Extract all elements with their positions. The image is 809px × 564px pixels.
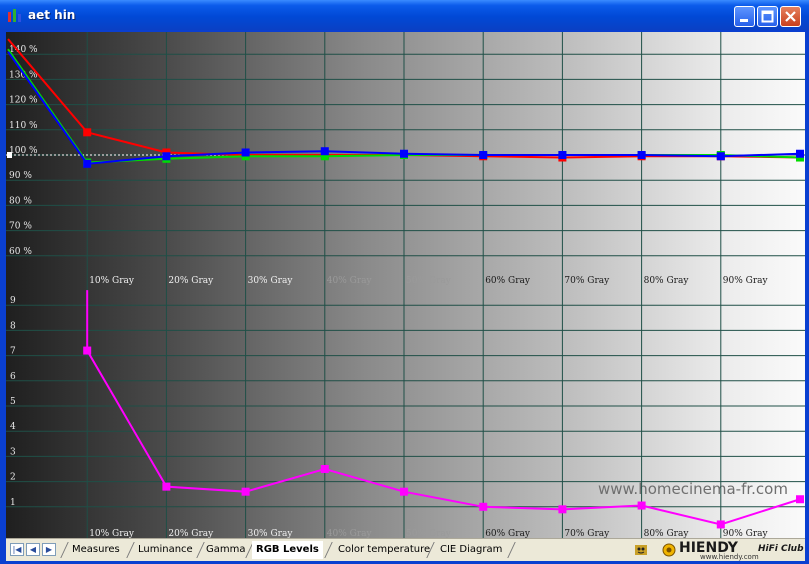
x-tick-label: 60% Gray [485, 276, 531, 286]
data-point-delta-e [796, 495, 804, 504]
x-tick-label: 70% Gray [564, 529, 610, 538]
y-tick-label: 60 % [9, 247, 32, 257]
x-tick-label: 10% Gray [89, 529, 135, 538]
hiendy-logo-icon [662, 543, 676, 557]
bar-chart-icon [8, 9, 21, 22]
y-tick-label: 2 [10, 473, 16, 483]
x-tick-label: 60% Gray [485, 529, 531, 538]
y-tick-label: 5 [10, 397, 16, 407]
tab-divider [507, 542, 516, 558]
x-tick-label: 20% Gray [168, 276, 214, 286]
x-tick-label: 40% Gray [327, 529, 373, 538]
close-button[interactable] [780, 6, 801, 27]
prev-icon: ◀ [29, 545, 37, 554]
close-icon [785, 11, 796, 22]
first-icon: |◀ [12, 545, 22, 554]
y-tick-label: 1 [10, 498, 16, 508]
data-point-delta-e [241, 487, 250, 496]
data-point-delta-e [162, 482, 171, 491]
data-point-blue [162, 152, 171, 161]
data-point-delta-e [558, 505, 567, 514]
tab-divider [324, 542, 333, 558]
first-tab-button[interactable]: |◀ [10, 543, 24, 556]
y-tick-label: 9 [10, 296, 16, 306]
window-title: aet hin [28, 8, 76, 22]
y-tick-label: 110 % [9, 121, 38, 131]
x-tick-label: 40% Gray [327, 276, 373, 286]
reference-marker [7, 152, 12, 158]
tab-luminance[interactable]: Luminance [134, 541, 197, 559]
brand-subtitle: HiFi Club [758, 544, 804, 554]
x-tick-label: 90% Gray [723, 276, 769, 286]
minimize-button[interactable] [734, 6, 755, 27]
data-point-blue [83, 159, 92, 168]
data-point-blue [400, 149, 408, 158]
y-tick-label: 90 % [9, 171, 32, 181]
minimize-icon [740, 19, 748, 22]
tab-cie-diagram[interactable]: CIE Diagram [436, 541, 506, 559]
brand-url: www.hiendy.com [700, 553, 759, 561]
chart-area: www.homecinema-fr.com 60 % 70 % 80 % 90 % 100… [6, 32, 805, 538]
prev-tab-button[interactable]: ◀ [26, 543, 40, 556]
x-tick-label: 30% Gray [248, 276, 294, 286]
y-tick-label: 3 [10, 447, 16, 457]
data-point-delta-e [320, 465, 329, 473]
y-tick-label: 80 % [9, 196, 32, 206]
data-point-blue [796, 149, 804, 158]
y-tick-label: 120 % [9, 96, 38, 106]
y-tick-label: 70 % [9, 222, 32, 232]
tab-bar: |◀ ◀ ▶ Measures Luminance Gamma RGB Leve… [6, 538, 805, 561]
x-tick-label: 10% Gray [89, 276, 135, 286]
data-point-delta-e [716, 520, 725, 529]
data-point-blue [479, 151, 488, 159]
rgb-levels-chart: www.homecinema-fr.com60 %70 %80 %90 %100… [6, 32, 805, 538]
maximize-icon [761, 10, 774, 23]
x-tick-label: 80% Gray [644, 529, 690, 538]
tab-rgb-levels[interactable]: RGB Levels [252, 541, 323, 559]
data-point-red [83, 128, 92, 137]
tab-gamma[interactable]: Gamma [202, 541, 250, 559]
next-icon: ▶ [45, 545, 53, 554]
y-tick-label: 7 [10, 347, 16, 357]
x-tick-label: 50% Gray [406, 276, 452, 286]
x-tick-label: 80% Gray [644, 276, 690, 286]
y-tick-label: 8 [10, 321, 16, 331]
next-tab-button[interactable]: ▶ [42, 543, 56, 556]
data-point-blue [241, 148, 250, 157]
tab-color-temperature[interactable]: Color temperature [334, 541, 434, 559]
x-tick-label: 90% Gray [723, 529, 769, 538]
data-point-blue [637, 151, 646, 159]
y-tick-label: 4 [10, 422, 16, 432]
data-point-delta-e [400, 487, 408, 496]
data-point-delta-e [479, 502, 488, 511]
site-watermark: www.homecinema-fr.com [598, 480, 788, 498]
data-point-blue [558, 151, 567, 159]
x-tick-label: 20% Gray [168, 529, 214, 538]
tab-measures[interactable]: Measures [68, 541, 124, 559]
theater-icon [635, 545, 647, 555]
data-point-delta-e [83, 346, 92, 355]
data-point-blue [320, 147, 329, 156]
data-point-delta-e [637, 501, 646, 510]
app-window: aet hin www.homecinema-fr.com 60 % 70 % 80 … [0, 0, 809, 564]
x-tick-label: 50% Gray [406, 529, 452, 538]
x-tick-label: 70% Gray [564, 276, 610, 286]
y-tick-label: 6 [10, 372, 16, 382]
x-tick-label: 30% Gray [248, 529, 294, 538]
data-point-blue [716, 152, 725, 161]
title-bar[interactable]: aet hin [0, 0, 809, 30]
maximize-button[interactable] [757, 6, 778, 27]
